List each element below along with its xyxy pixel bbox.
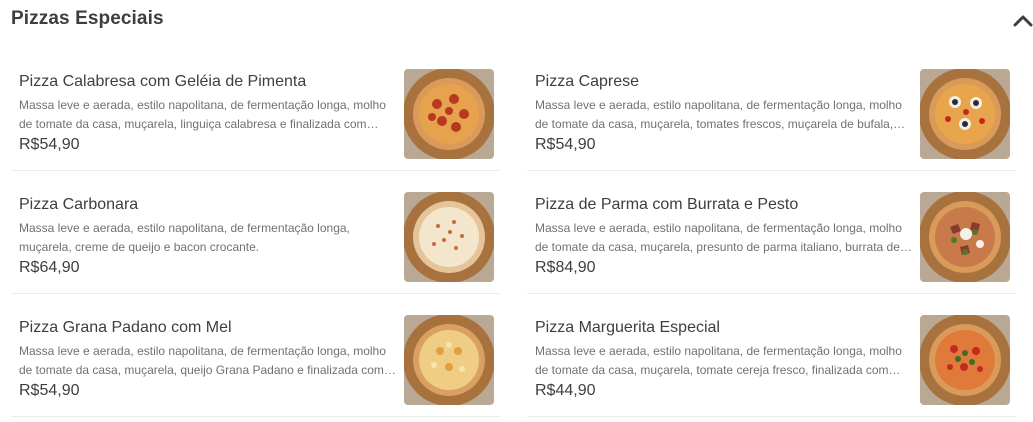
menu-item-card[interactable]: Pizza Marguerita Especial Massa leve e a… [527,304,1016,417]
pizza-carbonara-image [404,192,494,282]
item-description: Massa leve e aerada, estilo napolitana, … [19,98,386,131]
pizza-parma-image [920,192,1010,282]
item-price: R$54,90 [19,382,80,399]
item-price: R$54,90 [535,136,596,153]
item-name: Pizza de Parma com Burrata e Pesto [535,196,799,213]
pizza-grana-padano-image [404,315,494,405]
item-price: R$44,90 [535,382,596,399]
menu-item-card[interactable]: Pizza Carbonara Massa leve e aerada, est… [11,181,500,294]
item-name: Pizza Grana Padano com Mel [19,319,232,336]
item-name: Pizza Calabresa com Geléia de Pimenta [19,73,307,90]
menu-item-card[interactable]: Pizza Grana Padano com Mel Massa leve e … [11,304,500,417]
chevron-up-icon[interactable] [1013,13,1033,27]
item-description: Massa leve e aerada, estilo napolitana, … [535,221,912,254]
item-description: Massa leve e aerada, estilo napolitana, … [19,344,386,377]
menu-item-card[interactable]: Pizza Caprese Massa leve e aerada, estil… [527,58,1016,171]
item-name: Pizza Caprese [535,73,640,90]
item-price: R$64,90 [19,259,80,276]
item-price: R$54,90 [19,136,80,153]
item-description: Massa leve e aerada, estilo napolitana, … [535,344,902,377]
menu-item-card[interactable]: Pizza de Parma com Burrata e Pesto Massa… [527,181,1016,294]
pizza-caprese-image [920,69,1010,159]
menu-item-card[interactable]: Pizza Calabresa com Geléia de Pimenta Ma… [11,58,500,171]
item-name: Pizza Marguerita Especial [535,319,720,336]
pizza-calabresa-image [404,69,494,159]
section-header[interactable]: Pizzas Especiais [0,0,1033,40]
item-description: Massa leve e aerada, estilo napolitana, … [535,98,906,131]
item-name: Pizza Carbonara [19,196,139,213]
pizza-marguerita-image [920,315,1010,405]
item-price: R$84,90 [535,259,596,276]
section-title: Pizzas Especiais [11,8,164,29]
item-description: Massa leve e aerada, estilo napolitana, … [19,221,350,254]
